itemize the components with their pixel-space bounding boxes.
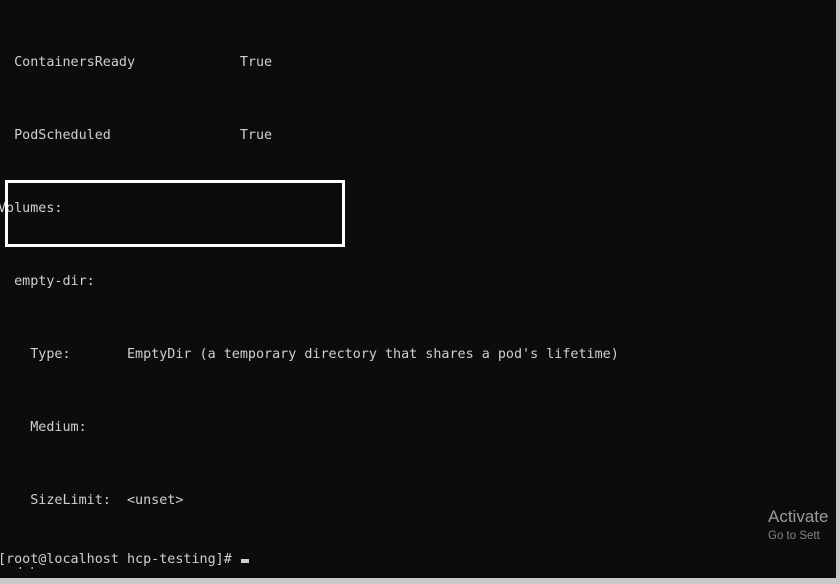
terminal-line: SizeLimit: <unset> (0, 489, 828, 513)
shell-prompt-line[interactable]: [root@localhost hcp-testing]# (0, 548, 249, 569)
terminal-line: PodScheduled True (0, 124, 828, 148)
terminal-line: ContainersReady True (0, 51, 828, 75)
terminal-line: Type: EmptyDir (a temporary directory th… (0, 343, 828, 367)
window-bottom-edge (0, 578, 840, 581)
terminal-output: ContainersReady True PodScheduled True V… (0, 2, 828, 569)
block-cursor-icon (241, 559, 249, 563)
prompt-text: [root@localhost hcp-testing]# (0, 552, 240, 567)
terminal-line: Medium: (0, 416, 828, 440)
window-right-edge (836, 0, 838, 584)
terminal-line: Volumes: (0, 197, 828, 221)
terminal-line: empty-dir: (0, 270, 828, 294)
terminal-window[interactable]: ContainersReady True PodScheduled True V… (0, 0, 840, 584)
terminal-screen[interactable]: ContainersReady True PodScheduled True V… (0, 0, 828, 569)
